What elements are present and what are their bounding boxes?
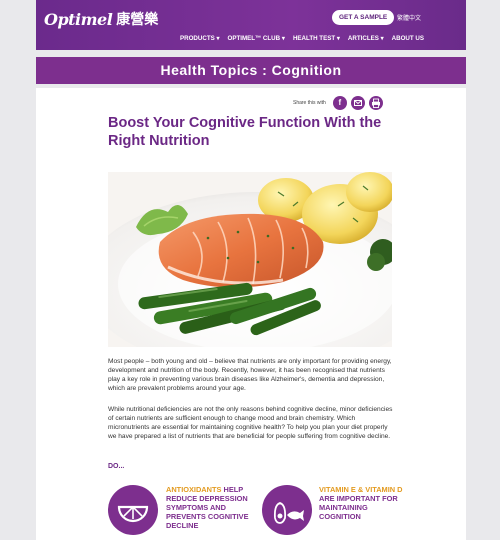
nav-item-health-test[interactable]: HEALTH TEST ▾ [293, 35, 340, 42]
main-nav: PRODUCTS ▾ OPTIMEL™ CLUB ▾ HEALTH TEST ▾… [180, 35, 424, 42]
get-sample-button[interactable]: GET A SAMPLE [332, 10, 395, 25]
nav-item-products[interactable]: PRODUCTS ▾ [180, 35, 220, 42]
logo-chinese-name: 康營樂 [116, 12, 159, 28]
tip-highlight: ANTIOXIDANTS [166, 485, 222, 494]
hero-image [108, 172, 392, 347]
article-title: Boost Your Cognitive Function With the R… [108, 115, 382, 149]
share-bar: Share this with f [293, 96, 383, 110]
nav-item-optimel-club[interactable]: OPTIMEL™ CLUB ▾ [228, 35, 285, 42]
tip-vitamins: VITAMIN E & VITAMIN D ARE IMPORTANT FOR … [319, 485, 409, 521]
share-label: Share this with [293, 100, 326, 106]
brand-logo[interactable]: Optimel 康營樂 [44, 8, 158, 30]
citrus-slice-icon [108, 485, 158, 535]
do-heading: DO... [108, 463, 125, 470]
avocado-fish-icon [262, 485, 312, 535]
topic-banner: Health Topics : Cognition [36, 57, 466, 84]
nav-item-about-us[interactable]: ABOUT US [392, 35, 424, 42]
print-icon[interactable] [368, 96, 383, 110]
article-paragraph: While nutritional deficiencies are not t… [108, 406, 393, 440]
tip-highlight: VITAMIN E & VITAMIN D [319, 485, 403, 494]
salmon-dish-illustration [108, 172, 392, 347]
tip-description: ARE IMPORTANT FOR MAINTAINING COGNITION [319, 494, 398, 521]
email-icon[interactable] [350, 96, 365, 110]
language-switch-link[interactable]: 繁體中文 [397, 13, 421, 22]
logo-wordmark: Optimel [44, 9, 113, 29]
facebook-icon[interactable]: f [332, 96, 347, 110]
site-header: Optimel 康營樂 [36, 0, 466, 50]
article-paragraph: Most people – both young and old – belie… [108, 358, 392, 392]
banner-title: Health Topics : Cognition [160, 62, 342, 78]
nav-item-articles[interactable]: ARTICLES ▾ [348, 35, 384, 42]
tip-antioxidants: ANTIOXIDANTS HELP REDUCE DEPRESSION SYMP… [166, 485, 262, 530]
